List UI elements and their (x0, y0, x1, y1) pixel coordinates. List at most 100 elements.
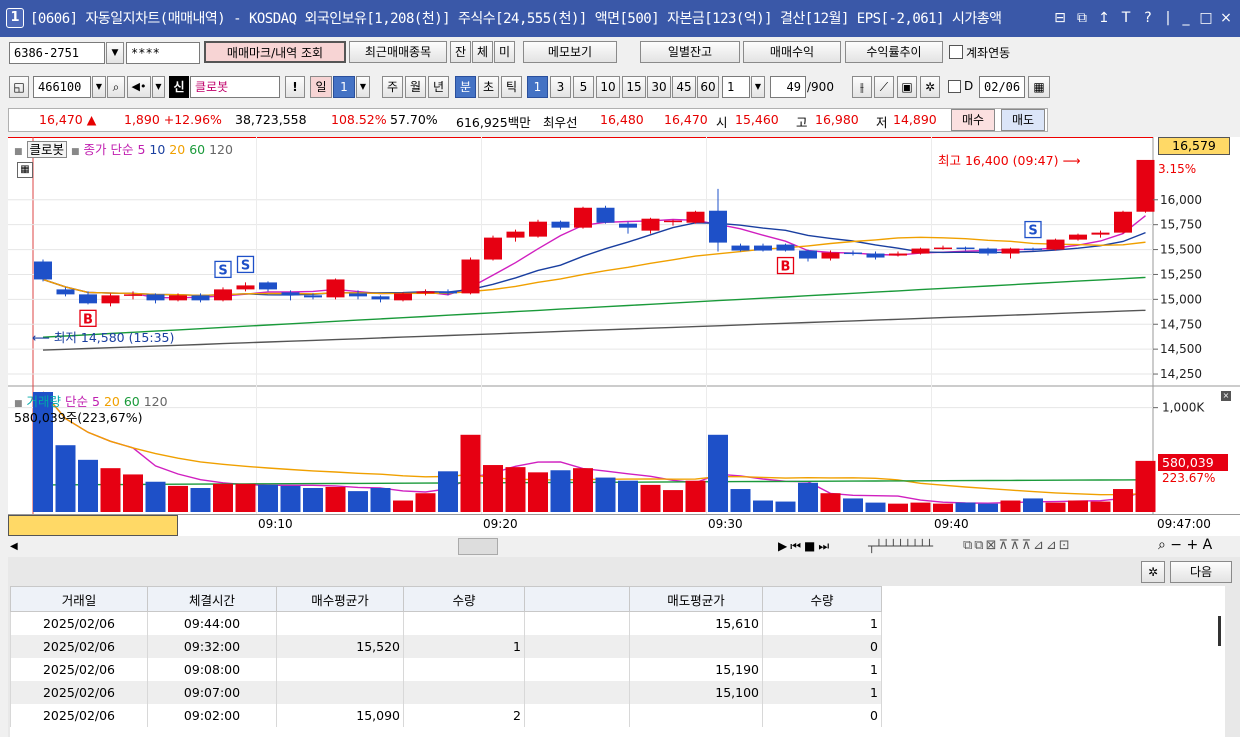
daily-balance-button[interactable]: 일별잔고 (640, 41, 740, 63)
table-cell: 09:44:00 (147, 611, 277, 635)
scroll-left-icon[interactable]: ◀ (10, 540, 24, 554)
account-dropdown-icon[interactable]: ▼ (106, 42, 124, 64)
price-chart[interactable]: BSSBS 16,000 15,750 15,500 15,250 15,000 14,7… (8, 137, 1240, 514)
draw-line-icon[interactable]: ⟋ (874, 76, 894, 98)
playback-controls[interactable]: ▶⏮■⏭ (778, 539, 832, 554)
account-number-field[interactable]: 6386-2751 (9, 42, 105, 64)
interval-5-button[interactable]: 5 (573, 76, 594, 98)
interval-15-button[interactable]: 15 (622, 76, 646, 98)
layout-icon[interactable]: ◱ (9, 76, 29, 98)
next-button[interactable]: 다음 (1170, 561, 1232, 583)
period-minute-button[interactable]: 분 (455, 76, 476, 98)
candle-type-icon[interactable]: ⫲ (852, 76, 872, 98)
unexecuted-button[interactable]: 미 (494, 41, 515, 63)
gear-icon[interactable]: ✲ (920, 76, 940, 98)
chart-canvas[interactable]: BS S BS 16,00015,75015,50015,25015,00014,7… (8, 137, 1240, 514)
trade-marker-label: S (241, 258, 250, 273)
font-icon[interactable]: T (1116, 8, 1136, 28)
password-field[interactable]: **** (126, 42, 200, 64)
window-badge[interactable]: 1 (6, 8, 24, 28)
table-row[interactable]: 2025/02/06 09:32:00 15,520 1 0 (10, 635, 882, 658)
period-tick-button[interactable]: 틱 (501, 76, 522, 98)
candle-body (889, 253, 907, 256)
search-icon[interactable]: ⌕ (107, 76, 125, 98)
date-field[interactable]: 02/06 (979, 76, 1025, 98)
stock-name-field[interactable]: 클로봇 (190, 76, 280, 98)
balance-button[interactable]: 잔 (450, 41, 471, 63)
period-day-button[interactable]: 일 (310, 76, 332, 98)
interval-30-button[interactable]: 30 (647, 76, 671, 98)
trade-profit-button[interactable]: 매매수익 (743, 41, 841, 63)
scroll-thumb[interactable] (458, 538, 498, 555)
volume-bar (1000, 500, 1021, 512)
interval-1-button[interactable]: 1 (527, 76, 548, 98)
day-dropdown-icon[interactable]: ▼ (356, 76, 370, 98)
table-scrollbar[interactable] (1218, 616, 1221, 646)
chart-scroll-strip: ◀ ▶⏮■⏭ ┬┴┴┴┴┴┴┴┴ ⧉⧉⊠⊼⊼⊼⊿⊿⊡ ⌕ − + A (8, 537, 1240, 557)
interval-dropdown-icon[interactable]: ▼ (751, 76, 765, 98)
date-checkbox[interactable] (948, 80, 961, 93)
sound-dropdown-icon[interactable]: ▼ (152, 76, 165, 98)
executed-button[interactable]: 체 (472, 41, 493, 63)
table-row[interactable]: 2025/02/06 09:07:00 15,100 1 (10, 681, 882, 704)
table-cell: 15,100 (629, 681, 763, 704)
pin-icon[interactable]: ↥ (1094, 8, 1114, 28)
settings-icon[interactable]: ✲ (1141, 561, 1165, 583)
table-row[interactable]: 2025/02/06 09:02:00 15,090 2 0 (10, 704, 882, 727)
candle-body (731, 245, 750, 251)
candle-body (146, 294, 165, 301)
period-week-button[interactable]: 주 (382, 76, 403, 98)
volume-bar (753, 500, 773, 512)
interval-60-button[interactable]: 60 (697, 76, 719, 98)
table-cell: 2025/02/06 (10, 611, 148, 635)
table-cell (276, 681, 404, 704)
maximize-icon[interactable]: □ (1196, 8, 1216, 28)
buy-button[interactable]: 매수 (951, 109, 995, 131)
pane-close-icon[interactable]: × (1221, 391, 1231, 401)
volume-bar (393, 500, 413, 512)
account-link-label: 계좌연동 (966, 46, 1011, 60)
table-row[interactable]: 2025/02/06 09:08:00 15,190 1 (10, 658, 882, 681)
trade-marks-query-button[interactable]: 매매마크/내역 조회 (204, 41, 346, 63)
best-quote-label: 최우선 (543, 115, 578, 130)
alert-button[interactable]: ! (285, 76, 305, 98)
stock-code-field[interactable]: 466100 (33, 76, 91, 98)
candle-body (124, 294, 142, 296)
interval-45-button[interactable]: 45 (672, 76, 696, 98)
volume-bar (933, 503, 953, 512)
speaker-icon[interactable]: ◀• (127, 76, 151, 98)
period-month-button[interactable]: 월 (405, 76, 426, 98)
table-icon[interactable]: ▦ (17, 162, 33, 178)
period-day-n-button[interactable]: 1 (333, 76, 355, 98)
help-icon[interactable]: ? (1138, 8, 1158, 28)
zoom-slider[interactable]: ┬┴┴┴┴┴┴┴┴ (868, 539, 933, 553)
ma-label: 종가 단순 (83, 142, 134, 157)
profit-trend-button[interactable]: 수익률추이 (845, 41, 943, 63)
bar-count-field[interactable]: 49 (770, 76, 806, 98)
interval-value-field[interactable]: 1 (722, 76, 750, 98)
candle-body (596, 207, 615, 223)
interval-10-button[interactable]: 10 (596, 76, 620, 98)
volume-bar (505, 467, 526, 512)
close-icon[interactable]: × (1216, 8, 1236, 28)
time-tick: 09:47:00 (1157, 517, 1211, 531)
account-link-checkbox[interactable] (949, 45, 963, 59)
minimize-icon[interactable]: _ (1176, 8, 1196, 28)
restore-icon[interactable]: ⊟ (1050, 8, 1070, 28)
interval-3-button[interactable]: 3 (550, 76, 571, 98)
code-dropdown-icon[interactable]: ▼ (92, 76, 106, 98)
memo-view-button[interactable]: 메모보기 (523, 41, 617, 63)
period-year-button[interactable]: 년 (428, 76, 449, 98)
save-icon[interactable]: ▣ (897, 76, 917, 98)
sell-button[interactable]: 매도 (1001, 109, 1045, 131)
drawing-tools[interactable]: ⧉⧉⊠⊼⊼⊼⊿⊿⊡ (963, 538, 1072, 553)
volume-bar (483, 465, 503, 512)
recent-trades-button[interactable]: 최근매매종목 (349, 41, 447, 63)
calendar-icon[interactable]: ▦ (1028, 76, 1050, 98)
cascade-icon[interactable]: ⧉ (1072, 8, 1092, 28)
table-row[interactable]: 2025/02/06 09:44:00 15,610 1 (10, 611, 882, 635)
zoom-tools[interactable]: ⌕ − + A (1158, 537, 1212, 553)
period-second-button[interactable]: 초 (478, 76, 499, 98)
candle-body (101, 295, 120, 304)
open-label: 시 (716, 115, 728, 130)
